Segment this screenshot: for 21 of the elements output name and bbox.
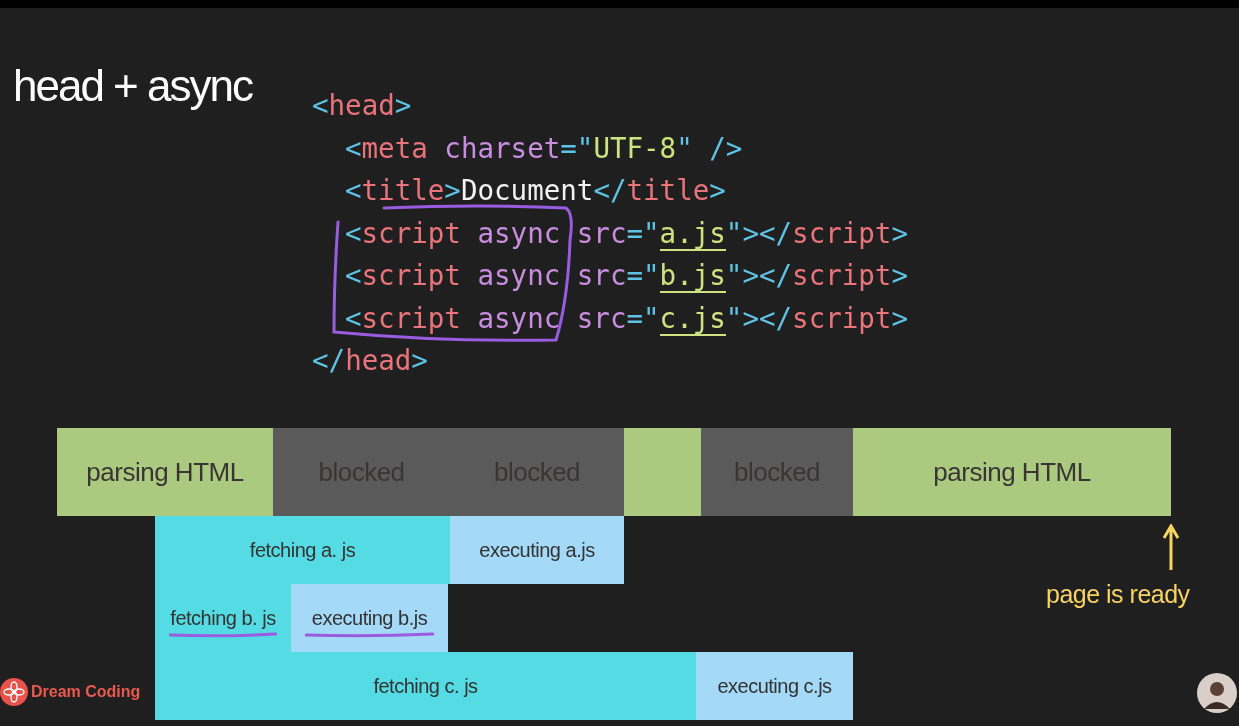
avatar-icon — [1197, 673, 1237, 713]
page-ready-label: page is ready — [1046, 580, 1190, 609]
executing-block: executing a.js — [450, 516, 624, 584]
code-line: <title>Document</title> — [345, 173, 726, 208]
code-line: <meta charset="UTF-8" /> — [345, 130, 743, 166]
slide-title: head + async — [12, 60, 254, 112]
code-line: <script async src="c.js"></script> — [345, 300, 908, 338]
code-line: <script async src="a.js"></script> — [345, 215, 908, 253]
channel-name: Dream Coding — [31, 683, 141, 701]
code-line: <script async src="b.js"></script> — [345, 258, 908, 295]
fetching-block: fetching c. js — [155, 652, 696, 720]
parsing-block: parsing HTML — [853, 428, 1171, 516]
parsing-block: parsing HTML — [57, 428, 273, 516]
code-line: <head> — [312, 88, 412, 123]
flower-logo-icon — [0, 678, 28, 706]
up-arrow-icon — [1163, 524, 1179, 570]
fetching-block: fetching b. js — [155, 584, 291, 652]
executing-block: executing b.js — [291, 584, 448, 652]
fetching-block: fetching a. js — [155, 516, 450, 584]
code-line: </head> — [312, 343, 428, 378]
executing-block: executing c.js — [696, 652, 853, 720]
